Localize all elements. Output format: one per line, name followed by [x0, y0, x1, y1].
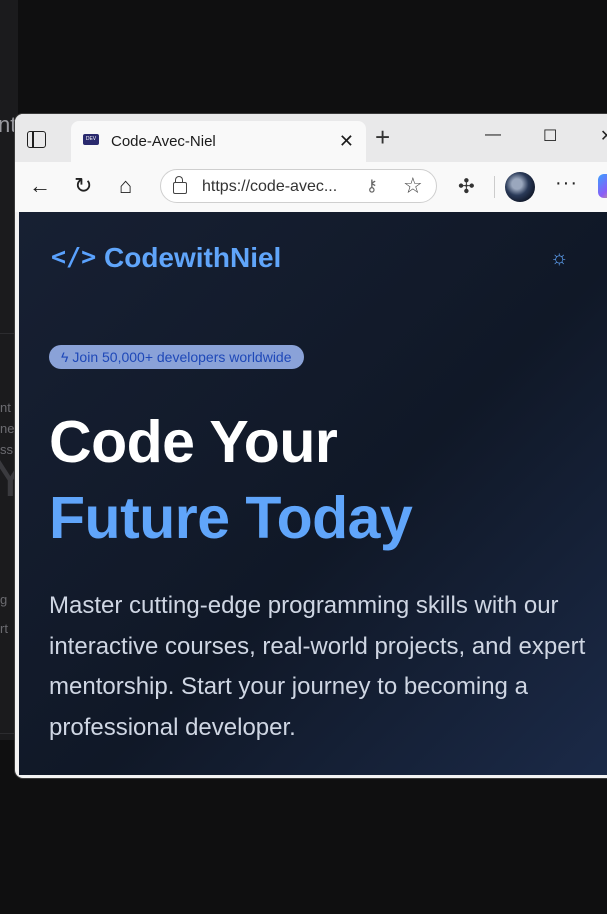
profile-avatar[interactable]: [505, 172, 535, 202]
hero-description: Master cutting-edge programming skills w…: [49, 592, 586, 741]
reload-icon[interactable]: ↻: [74, 174, 92, 198]
address-bar[interactable]: https://code-avec... ⚷ ☆: [160, 169, 437, 203]
code-logo-icon[interactable]: </>: [51, 242, 96, 271]
headline-line-2: Future Today: [49, 485, 413, 551]
home-icon[interactable]: ⌂: [119, 174, 132, 198]
lightning-icon: ϟ: [61, 349, 69, 365]
maximize-icon[interactable]: ☐: [543, 126, 557, 146]
bg-text-fragment: rt: [0, 621, 8, 636]
site-name[interactable]: CodewithNiel: [104, 242, 281, 274]
sun-theme-toggle-icon[interactable]: ☼: [550, 247, 568, 270]
active-tab[interactable]: DEV Code-Avec-Niel ✕: [71, 121, 366, 163]
more-options-icon[interactable]: ···: [555, 172, 578, 195]
browser-window: DEV Code-Avec-Niel ✕ + — ☐ ✕ ← ↻ ⌂ https…: [15, 114, 607, 778]
minimize-icon[interactable]: —: [485, 126, 501, 144]
key-icon[interactable]: ⚷: [366, 176, 378, 196]
dev-favicon-icon: DEV: [83, 134, 99, 145]
new-tab-button[interactable]: +: [375, 124, 390, 150]
back-icon[interactable]: ←: [29, 174, 51, 198]
bg-text-fragment: nt: [0, 112, 17, 137]
favorite-star-icon[interactable]: ☆: [403, 173, 423, 199]
toolbar-divider: [494, 176, 495, 198]
url-text[interactable]: https://code-avec...: [202, 178, 337, 196]
close-tab-icon[interactable]: ✕: [339, 131, 354, 152]
bg-text-fragment: nt: [0, 400, 11, 415]
headline-line-1: Code Your: [49, 409, 338, 475]
close-window-icon[interactable]: ✕: [600, 126, 607, 146]
badge-label: Join 50,000+ developers worldwide: [72, 349, 292, 365]
bg-text-fragment: g: [0, 592, 8, 607]
navigation-bar: ← ↻ ⌂ https://code-avec... ⚷ ☆ ✣ ···: [15, 162, 607, 212]
community-badge: ϟ Join 50,000+ developers worldwide: [49, 345, 304, 369]
title-bar: DEV Code-Avec-Niel ✕ + — ☐ ✕: [15, 114, 607, 163]
page-viewport: </> CodewithNiel ☼ ϟ Join 50,000+ develop…: [19, 212, 607, 775]
extensions-icon[interactable]: ✣: [458, 174, 475, 199]
copilot-icon[interactable]: [598, 174, 607, 198]
lock-icon[interactable]: [173, 176, 187, 194]
tab-title: Code-Avec-Niel: [111, 133, 216, 150]
tab-actions-icon[interactable]: [27, 131, 46, 148]
